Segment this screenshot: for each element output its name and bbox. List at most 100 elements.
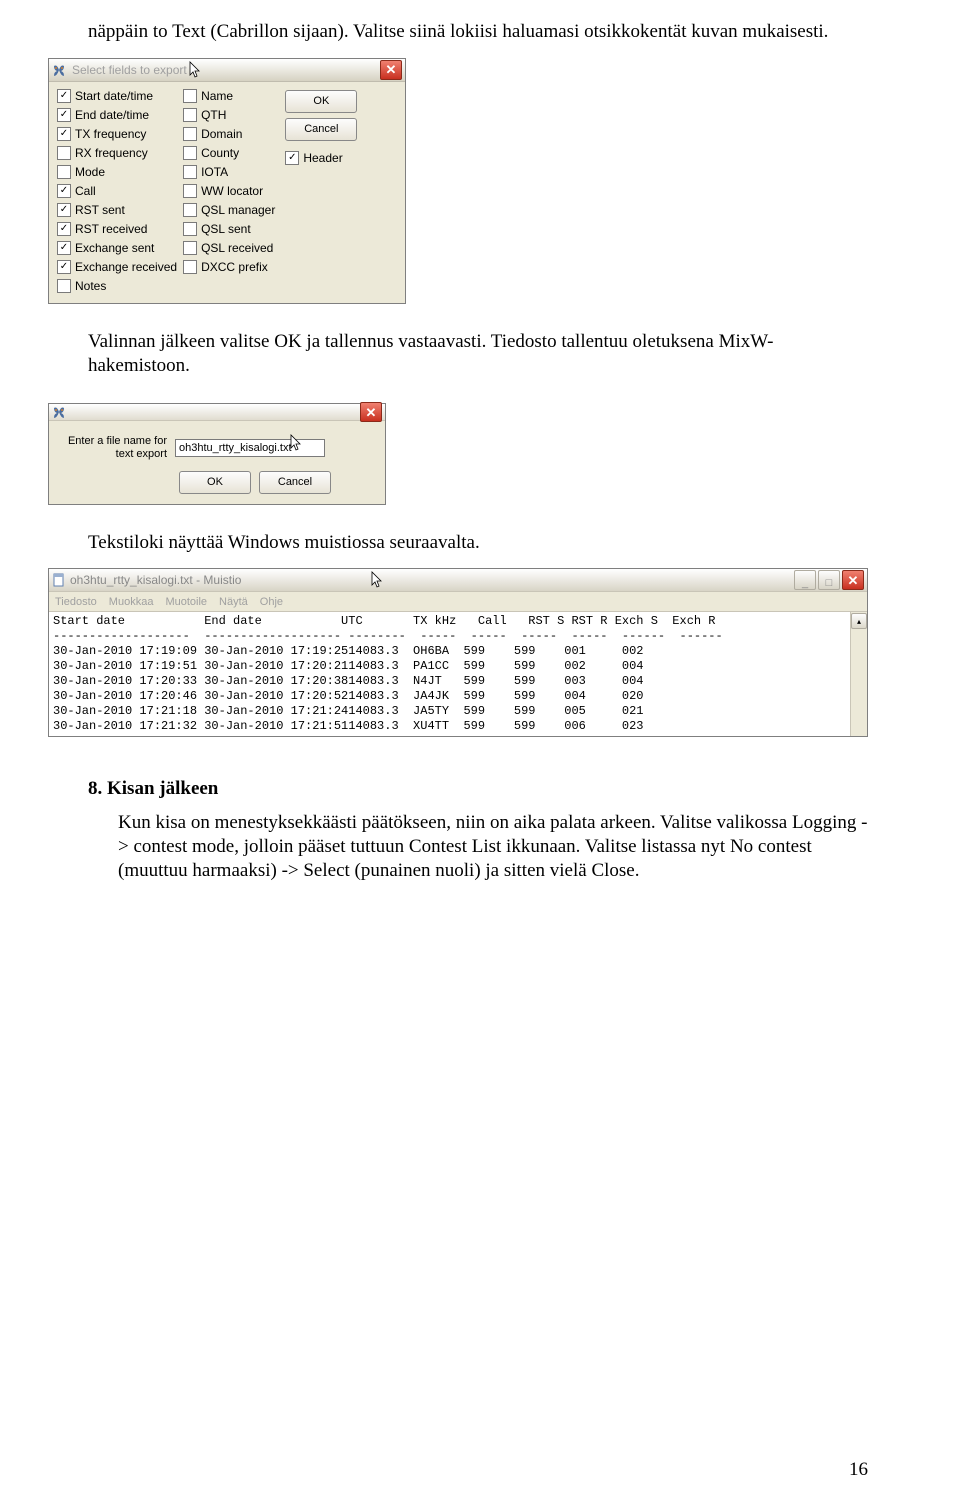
filename-value: oh3htu_rtty_kisalogi.txt xyxy=(179,442,292,454)
checkbox-label: Call xyxy=(75,184,96,198)
butterfly-icon xyxy=(52,63,66,77)
notepad-titlebar: oh3htu_rtty_kisalogi.txt - Muistio _ □ ✕ xyxy=(49,569,867,592)
field-checkbox[interactable]: ✓ RST sent xyxy=(57,202,177,219)
field-checkbox[interactable]: QSL received xyxy=(183,240,275,257)
section-8-body: Kun kisa on menestyksekkäästi päätökseen… xyxy=(118,811,872,882)
checkbox-icon: ✓ xyxy=(57,184,71,198)
minimize-button[interactable]: _ xyxy=(794,570,816,590)
cancel-button[interactable]: Cancel xyxy=(259,471,331,494)
menu-item[interactable]: Tiedosto xyxy=(55,596,97,608)
checkbox-label: RX frequency xyxy=(75,146,148,160)
menu-item[interactable]: Muokkaa xyxy=(109,596,154,608)
document-icon xyxy=(52,573,66,587)
checkbox-label: End date/time xyxy=(75,108,149,122)
checkbox-icon: ✓ xyxy=(57,260,71,274)
ok-button[interactable]: OK xyxy=(285,90,357,113)
menu-item[interactable]: Muotoile xyxy=(165,596,207,608)
field-checkbox[interactable]: ✓ End date/time xyxy=(57,107,177,124)
filename-input[interactable]: oh3htu_rtty_kisalogi.txt xyxy=(175,439,325,457)
field-checkbox[interactable]: Notes xyxy=(57,278,177,295)
menu-item[interactable]: Näytä xyxy=(219,596,248,608)
field-checkbox[interactable]: ✓ Exchange sent xyxy=(57,240,177,257)
checkbox-icon: ✓ xyxy=(285,151,299,165)
cursor-icon xyxy=(189,61,201,79)
checkbox-label: QSL received xyxy=(201,241,273,255)
left-column: ✓ Start date/time ✓ End date/time ✓ TX freque… xyxy=(57,88,177,295)
paragraph-3: Tekstiloki näyttää Windows muistiossa se… xyxy=(88,531,872,555)
checkbox-icon xyxy=(183,127,197,141)
checkbox-icon xyxy=(183,203,197,217)
checkbox-icon xyxy=(57,146,71,160)
field-checkbox[interactable]: ✓ TX frequency xyxy=(57,126,177,143)
checkbox-label: RST received xyxy=(75,222,147,236)
checkbox-label: DXCC prefix xyxy=(201,260,268,274)
field-checkbox[interactable]: QTH xyxy=(183,107,275,124)
dialog-title: Select fields to export xyxy=(72,63,187,77)
field-checkbox[interactable]: ✓ RST received xyxy=(57,221,177,238)
checkbox-icon xyxy=(183,146,197,160)
checkbox-label: WW locator xyxy=(201,184,263,198)
checkbox-label: IOTA xyxy=(201,165,228,179)
dialog-titlebar: Select fields to export ✕ xyxy=(49,59,405,82)
checkbox-label: RST sent xyxy=(75,203,125,217)
checkbox-label: QSL manager xyxy=(201,203,275,217)
checkbox-icon xyxy=(183,108,197,122)
right-column: OK Cancel ✓ Header xyxy=(281,88,357,295)
checkbox-icon: ✓ xyxy=(57,89,71,103)
intro-paragraph: näppäin to Text (Cabrillon sijaan). Vali… xyxy=(88,20,872,44)
checkbox-icon: ✓ xyxy=(57,241,71,255)
butterfly-icon xyxy=(52,405,66,419)
checkbox-label: TX frequency xyxy=(75,127,146,141)
field-checkbox[interactable]: ✓Exchange received xyxy=(57,259,177,276)
checkbox-label: Mode xyxy=(75,165,105,179)
notepad-content: Start date End date UTC TX kHz Call RST … xyxy=(49,612,867,736)
filename-label: Enter a file name for text export xyxy=(59,435,167,460)
maximize-button[interactable]: □ xyxy=(818,570,840,590)
close-button[interactable]: ✕ xyxy=(360,402,382,422)
field-checkbox[interactable]: County xyxy=(183,145,275,162)
ok-button[interactable]: OK xyxy=(179,471,251,494)
field-checkbox[interactable]: ✓ Start date/time xyxy=(57,88,177,105)
checkbox-label: Notes xyxy=(75,279,106,293)
paragraph-2: Valinnan jälkeen valitse OK ja tallennus… xyxy=(88,330,872,378)
field-checkbox[interactable]: Mode xyxy=(57,164,177,181)
field-checkbox[interactable]: WW locator xyxy=(183,183,275,200)
cursor-icon xyxy=(371,571,383,589)
checkbox-icon xyxy=(183,241,197,255)
close-button[interactable]: ✕ xyxy=(380,60,402,80)
checkbox-label: County xyxy=(201,146,239,160)
field-checkbox[interactable]: DXCC prefix xyxy=(183,259,275,276)
checkbox-icon xyxy=(57,279,71,293)
filename-dialog: ✕ Enter a file name for text export oh3h… xyxy=(48,403,386,504)
checkbox-label: QSL sent xyxy=(201,222,251,236)
checkbox-icon: ✓ xyxy=(57,203,71,217)
field-checkbox[interactable]: IOTA xyxy=(183,164,275,181)
checkbox-label: Start date/time xyxy=(75,89,153,103)
checkbox-icon: ✓ xyxy=(57,222,71,236)
field-checkbox[interactable]: ✓ Call xyxy=(57,183,177,200)
dialog-titlebar: ✕ xyxy=(49,404,385,421)
checkbox-icon xyxy=(183,184,197,198)
cancel-button[interactable]: Cancel xyxy=(285,118,357,141)
export-fields-dialog: Select fields to export ✕ ✓ Start date/ti… xyxy=(48,58,406,304)
scroll-up-icon[interactable]: ▴ xyxy=(851,613,867,629)
header-checkbox[interactable]: ✓ Header xyxy=(285,150,357,167)
field-checkbox[interactable]: Name xyxy=(183,88,275,105)
field-checkbox[interactable]: RX frequency xyxy=(57,145,177,162)
cursor-icon xyxy=(290,434,302,452)
scrollbar[interactable]: ▴ xyxy=(850,612,867,736)
checkbox-icon: ✓ xyxy=(57,127,71,141)
notepad-title: oh3htu_rtty_kisalogi.txt - Muistio xyxy=(70,573,241,587)
checkbox-icon xyxy=(183,260,197,274)
notepad-window: oh3htu_rtty_kisalogi.txt - Muistio _ □ ✕… xyxy=(48,568,868,737)
checkbox-label: Exchange sent xyxy=(75,241,154,255)
field-checkbox[interactable]: QSL sent xyxy=(183,221,275,238)
notepad-menu: Tiedosto Muokkaa Muotoile Näytä Ohje xyxy=(49,592,867,612)
close-button[interactable]: ✕ xyxy=(842,570,864,590)
checkbox-icon: ✓ xyxy=(57,108,71,122)
field-checkbox[interactable]: Domain xyxy=(183,126,275,143)
menu-item[interactable]: Ohje xyxy=(260,596,283,608)
checkbox-icon xyxy=(57,165,71,179)
middle-column: Name QTH Domain County IOTA WW locator QSL man… xyxy=(183,88,275,295)
field-checkbox[interactable]: QSL manager xyxy=(183,202,275,219)
